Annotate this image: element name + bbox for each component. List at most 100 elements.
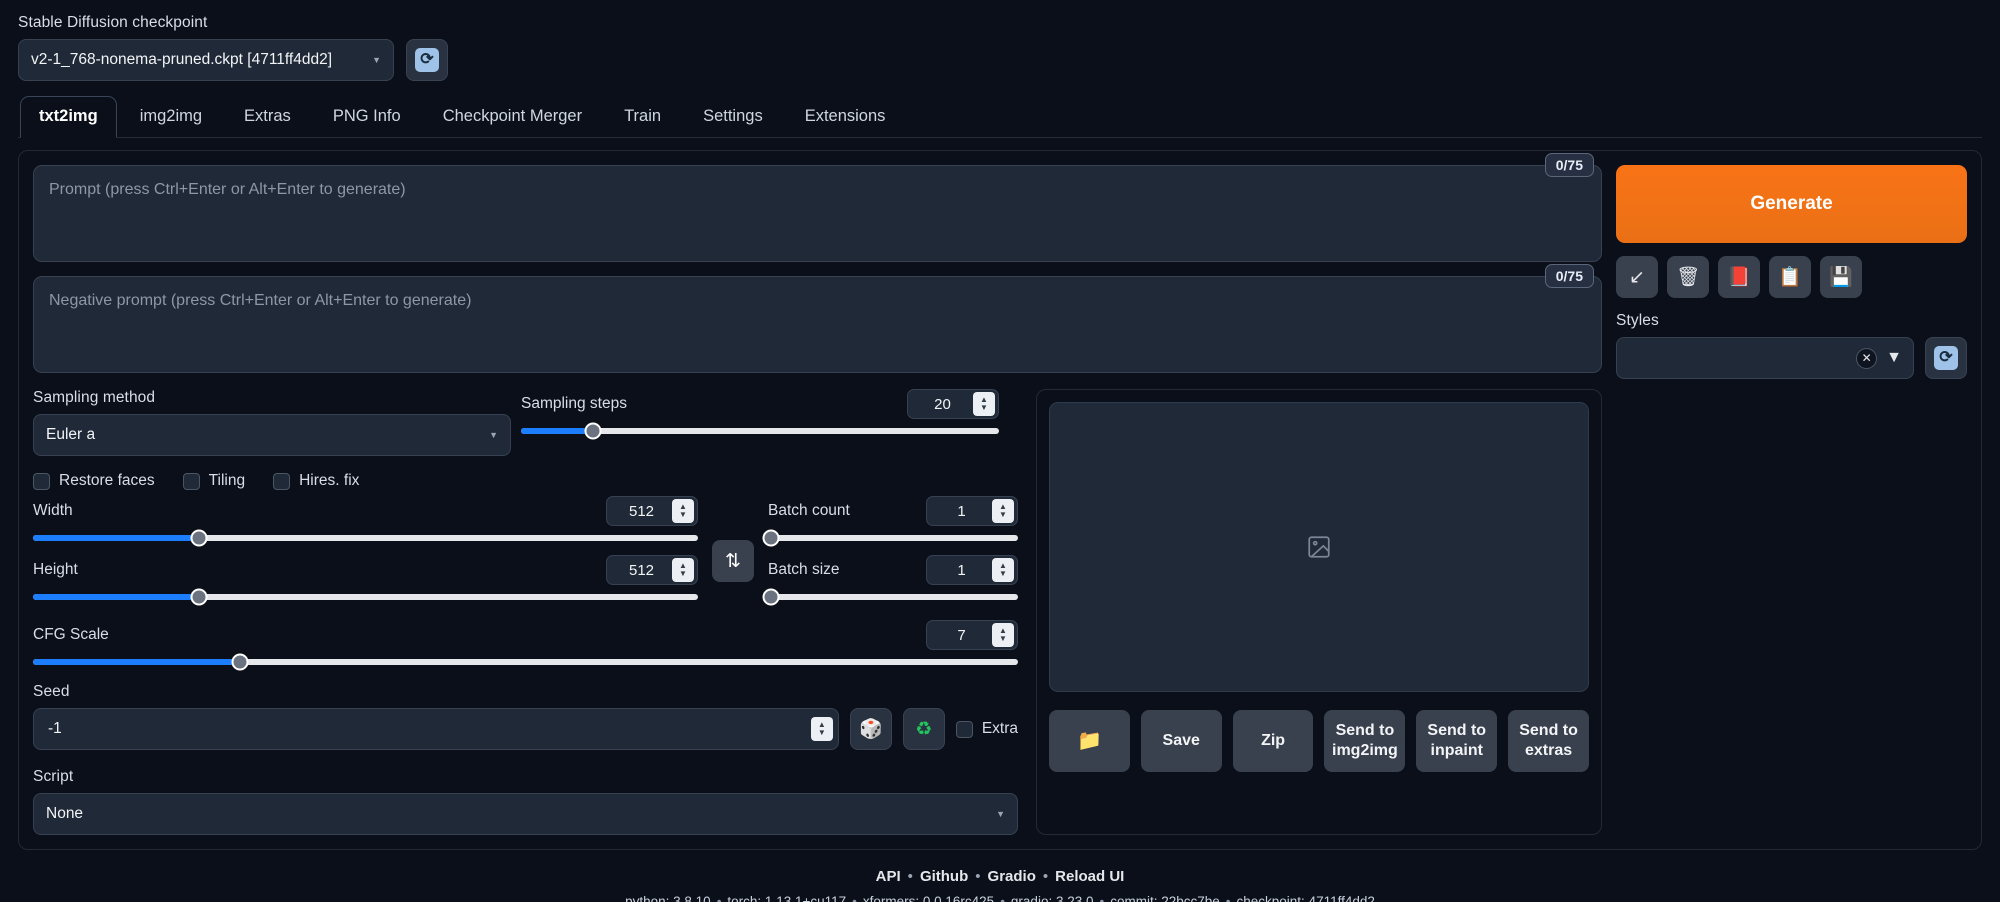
settings-area: Sampling method Euler a ▼ Sampling steps… xyxy=(33,389,1602,835)
checkbox-hires-fix[interactable]: Hires. fix xyxy=(273,472,359,490)
github-link[interactable]: Github xyxy=(920,868,968,885)
open-folder-button[interactable]: 📁 xyxy=(1049,710,1130,772)
checkbox-icon[interactable] xyxy=(273,472,291,490)
sampling-steps-slider[interactable] xyxy=(521,422,999,440)
close-icon[interactable]: ✕ xyxy=(1856,347,1878,369)
extra-label: Extra xyxy=(981,720,1018,737)
stepper-icon[interactable]: ▲ ▼ xyxy=(992,499,1014,523)
checkbox-icon[interactable] xyxy=(33,472,50,490)
settings-left: Sampling method Euler a ▼ Sampling steps… xyxy=(33,389,1018,835)
checkbox-label: Hires. fix xyxy=(299,472,360,489)
cfg-scale-group: CFG Scale 7 ▲ ▼ xyxy=(33,620,1018,671)
checkbox-icon[interactable] xyxy=(955,720,973,738)
clear-prompt-button[interactable]: 🗑 xyxy=(1667,256,1709,298)
tab-img2img[interactable]: img2img xyxy=(121,96,221,138)
height-value: 512 xyxy=(628,561,655,579)
footer-versions: python: 3.8.10 • torch: 1.13.1+cu117 • xform… xyxy=(18,894,1982,902)
sampling-steps-head: Sampling steps 20 ▲ ▼ xyxy=(521,389,999,419)
tab-png-info[interactable]: PNG Info xyxy=(314,96,420,138)
swap-dimensions-button[interactable]: ⇅ xyxy=(712,540,754,582)
stepper-icon[interactable]: ▲ ▼ xyxy=(992,623,1014,647)
script-select[interactable]: None ▼ xyxy=(33,793,1018,835)
image-placeholder-icon xyxy=(1308,536,1330,558)
batch-block: Batch count 1 ▲ ▼ Batch size 1 ▲ ▼ xyxy=(762,496,1018,606)
reload-ui-link[interactable]: Reload UI xyxy=(1055,868,1124,885)
tab-train[interactable]: Train xyxy=(605,96,680,138)
dimensions-row: Width 512 ▲ ▼ Height 512 ▲ ▼ ⇅ Batch cou… xyxy=(33,496,1018,606)
sampling-method-select[interactable]: Euler a ▼ xyxy=(33,414,511,456)
seed-input[interactable]: -1 ▲ ▼ xyxy=(33,708,839,750)
width-label: Width xyxy=(33,502,73,519)
seed-block: Seed -1 ▲ ▼ 🎲 ♻ Extra xyxy=(33,683,1018,750)
show-extra-networks-button[interactable]: 📕 xyxy=(1718,256,1760,298)
script-label: Script xyxy=(33,768,74,785)
result-gallery[interactable] xyxy=(1049,402,1589,692)
apply-style-button[interactable]: 📋 xyxy=(1769,256,1811,298)
send-to-inpaint-button[interactable]: Send to inpaint xyxy=(1416,710,1498,772)
batch-count-number[interactable]: 1 ▲ ▼ xyxy=(926,496,1018,526)
sampling-steps-number[interactable]: 20 ▲ ▼ xyxy=(907,389,999,419)
width-value: 512 xyxy=(628,502,655,520)
folder-icon: 📁 xyxy=(1076,729,1102,752)
save-style-button[interactable]: 💾 xyxy=(1820,256,1862,298)
batch-size-number[interactable]: 1 ▲ ▼ xyxy=(926,555,1018,585)
negative-prompt-token-counter: 0/75 xyxy=(1544,264,1594,288)
cfg-scale-slider[interactable] xyxy=(33,653,1018,671)
random-seed-button[interactable]: 🎲 xyxy=(849,708,892,750)
refresh-checkpoint-button[interactable]: ⟳ xyxy=(406,39,448,81)
refresh-styles-button[interactable]: ⟳ xyxy=(1925,337,1967,379)
stepper-icon[interactable]: ▲ ▼ xyxy=(672,499,694,523)
cfg-scale-number[interactable]: 7 ▲ ▼ xyxy=(926,620,1018,650)
height-label: Height xyxy=(33,561,78,578)
checkbox-extra-seed[interactable]: Extra xyxy=(955,720,1018,738)
commit-hash: commit: 22bcc7be xyxy=(1110,894,1220,902)
generate-button[interactable]: Generate xyxy=(1616,165,1967,243)
batch-count-group: Batch count 1 ▲ ▼ xyxy=(762,496,1018,547)
sampling-method-value: Euler a xyxy=(46,426,96,443)
styles-label: Styles xyxy=(1616,312,1659,329)
checkbox-tiling[interactable]: Tiling xyxy=(182,472,245,490)
styles-row: ✕ ▼ ⟳ xyxy=(1616,337,1967,379)
checkbox-icon[interactable] xyxy=(182,472,200,490)
checkpoint-label: Stable Diffusion checkpoint xyxy=(18,14,208,31)
height-slider[interactable] xyxy=(33,588,698,606)
sampling-method-block: Sampling method Euler a ▼ xyxy=(33,389,511,456)
save-button[interactable]: Save xyxy=(1140,710,1222,772)
stepper-icon[interactable]: ▲ ▼ xyxy=(973,392,995,416)
checkpoint-value: v2-1_768-nonema-pruned.ckpt [4711ff4dd2] xyxy=(31,51,333,68)
batch-size-slider[interactable] xyxy=(762,588,1018,606)
tab-settings[interactable]: Settings xyxy=(684,96,782,138)
checkpoint-select[interactable]: v2-1_768-nonema-pruned.ckpt [4711ff4dd2]… xyxy=(18,39,394,81)
checkbox-restore-faces[interactable]: Restore faces xyxy=(33,472,155,490)
api-link[interactable]: API xyxy=(876,868,901,885)
styles-select[interactable]: ✕ ▼ xyxy=(1616,337,1914,379)
tab-extensions[interactable]: Extensions xyxy=(786,96,905,138)
chevron-down-icon: ▼ xyxy=(996,809,1005,819)
paste-arrow-icon: ↙ xyxy=(1629,266,1645,288)
send-to-img2img-button[interactable]: Send to img2img xyxy=(1324,710,1406,772)
send-to-extras-button[interactable]: Send to extras xyxy=(1508,710,1589,772)
reuse-seed-button[interactable]: ♻ xyxy=(902,708,945,750)
prompt-input[interactable]: Prompt (press Ctrl+Enter or Alt+Enter to… xyxy=(33,165,1602,262)
xformers-version: xformers: 0.0.16rc425 xyxy=(862,894,995,902)
batch-count-value: 1 xyxy=(957,502,966,520)
paste-arrow-button[interactable]: ↙ xyxy=(1616,256,1658,298)
batch-count-slider[interactable] xyxy=(762,529,1018,547)
zip-button[interactable]: Zip xyxy=(1232,710,1314,772)
seed-value: -1 xyxy=(48,720,62,737)
stepper-icon[interactable]: ▲ ▼ xyxy=(992,558,1014,582)
width-slider[interactable] xyxy=(33,529,698,547)
negative-prompt-wrap: Negative prompt (press Ctrl+Enter or Alt… xyxy=(33,264,1602,373)
stepper-icon[interactable]: ▲ ▼ xyxy=(810,717,833,741)
sampling-method-label: Sampling method xyxy=(33,389,156,406)
tab-extras[interactable]: Extras xyxy=(225,96,310,138)
negative-prompt-input[interactable]: Negative prompt (press Ctrl+Enter or Alt… xyxy=(33,276,1602,373)
chevron-down-icon: ▼ xyxy=(489,430,498,440)
height-number[interactable]: 512 ▲ ▼ xyxy=(606,555,698,585)
gradio-link[interactable]: Gradio xyxy=(988,868,1036,885)
tab-checkpoint-merger[interactable]: Checkpoint Merger xyxy=(424,96,601,138)
refresh-icon: ⟳ xyxy=(1934,346,1958,370)
width-number[interactable]: 512 ▲ ▼ xyxy=(606,496,698,526)
stepper-icon[interactable]: ▲ ▼ xyxy=(672,558,694,582)
tab-txt2img[interactable]: txt2img xyxy=(20,96,117,138)
